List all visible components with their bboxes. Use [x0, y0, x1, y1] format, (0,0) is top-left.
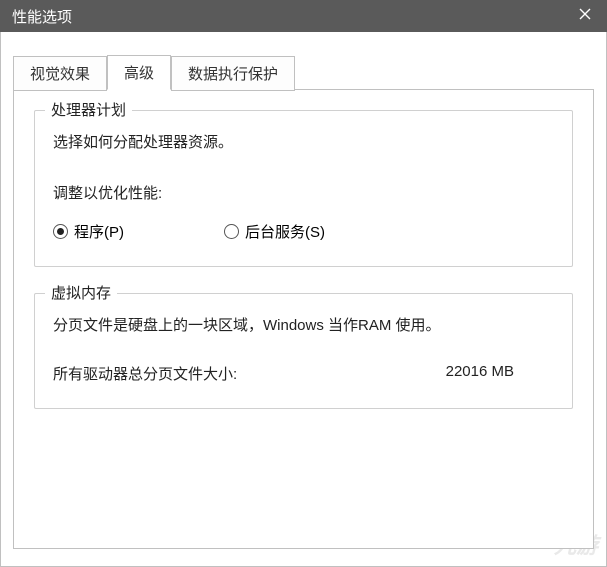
radio-row: 程序(P) 后台服务(S) — [53, 221, 554, 242]
tab-bar: 视觉效果 高级 数据执行保护 — [13, 54, 604, 89]
vm-total-label: 所有驱动器总分页文件大小: — [53, 363, 237, 384]
tab-content-advanced: 处理器计划 选择如何分配处理器资源。 调整以优化性能: 程序(P) 后台服务(S… — [13, 89, 594, 549]
tab-label: 数据执行保护 — [188, 66, 278, 83]
radio-icon — [53, 224, 68, 239]
window-body: 视觉效果 高级 数据执行保护 处理器计划 选择如何分配处理器资源。 调整以优化性… — [0, 32, 607, 567]
tab-dep[interactable]: 数据执行保护 — [171, 56, 295, 91]
tab-advanced[interactable]: 高级 — [107, 55, 171, 90]
virtual-memory-group: 虚拟内存 分页文件是硬盘上的一块区域，Windows 当作RAM 使用。 所有驱… — [34, 293, 573, 409]
close-icon — [579, 7, 591, 25]
window-title: 性能选项 — [12, 6, 72, 27]
vm-desc: 分页文件是硬盘上的一块区域，Windows 当作RAM 使用。 — [53, 314, 554, 335]
radio-label: 后台服务(S) — [245, 221, 325, 242]
group-title: 处理器计划 — [45, 99, 132, 120]
tab-visual-effects[interactable]: 视觉效果 — [13, 56, 107, 91]
tab-label: 视觉效果 — [30, 66, 90, 83]
radio-programs[interactable]: 程序(P) — [53, 221, 124, 242]
titlebar: 性能选项 — [0, 0, 607, 32]
radio-background-services[interactable]: 后台服务(S) — [224, 221, 325, 242]
radio-icon — [224, 224, 239, 239]
adjust-label: 调整以优化性能: — [53, 182, 554, 203]
group-title: 虚拟内存 — [45, 282, 117, 303]
radio-label: 程序(P) — [74, 221, 124, 242]
close-button[interactable] — [563, 0, 607, 32]
vm-total-row: 所有驱动器总分页文件大小: 22016 MB — [53, 363, 554, 384]
tab-label: 高级 — [124, 65, 154, 82]
processor-desc: 选择如何分配处理器资源。 — [53, 131, 554, 152]
vm-total-value: 22016 MB — [446, 363, 514, 384]
processor-scheduling-group: 处理器计划 选择如何分配处理器资源。 调整以优化性能: 程序(P) 后台服务(S… — [34, 110, 573, 267]
